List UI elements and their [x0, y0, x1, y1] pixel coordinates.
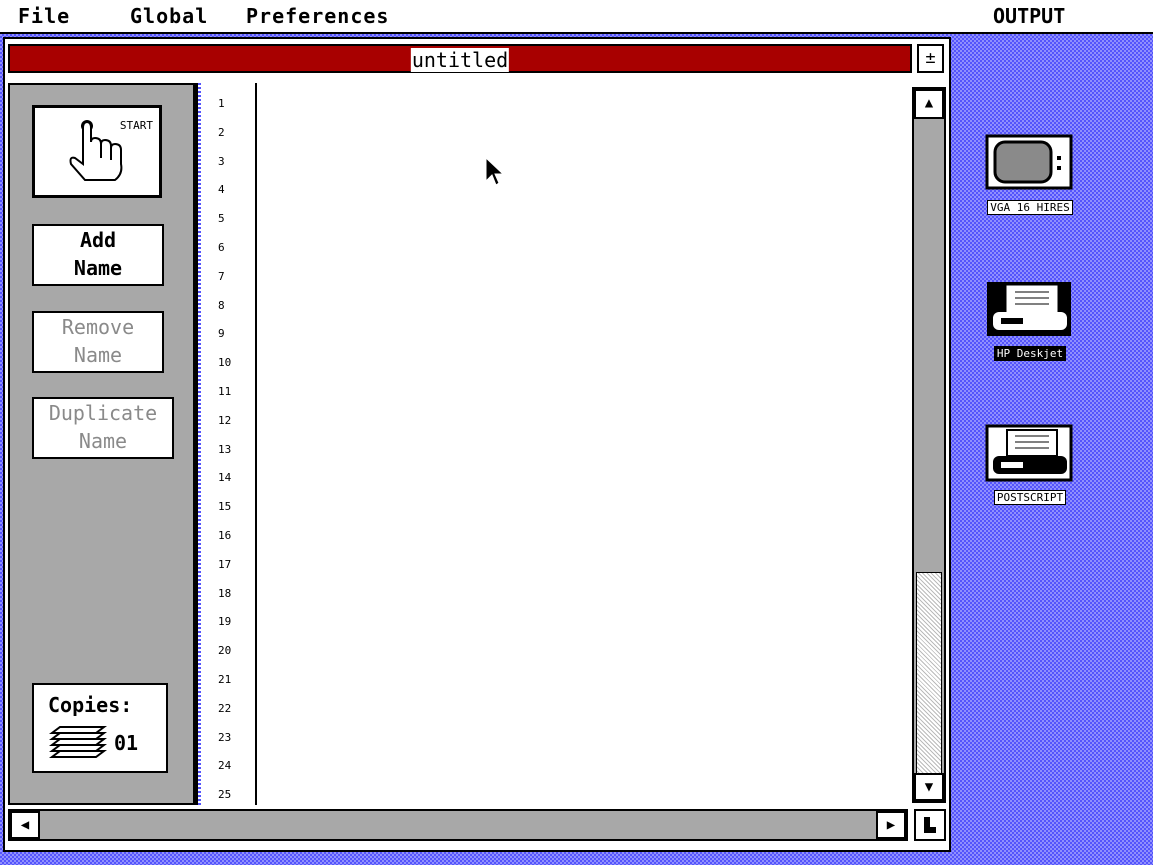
add-name-button[interactable]: Add Name: [32, 224, 164, 286]
window-title: untitled: [410, 48, 510, 72]
device-label-hp: HP Deskjet: [993, 346, 1067, 361]
printer-icon: [985, 424, 1073, 482]
line-number: 3: [218, 154, 225, 168]
title-bar[interactable]: untitled: [8, 44, 912, 73]
line-number: 21: [218, 673, 232, 686]
line-number: 22: [218, 701, 232, 715]
line-number: 19: [218, 615, 232, 629]
line-number: 15: [218, 500, 232, 514]
resize-icon: [924, 817, 936, 833]
device-vga[interactable]: VGA 16 HIRES: [965, 134, 1095, 215]
duplicate-name-line2: Name: [78, 429, 128, 453]
line-number: 9: [218, 327, 225, 341]
line-number: 2: [218, 125, 225, 139]
printer-icon: [987, 282, 1071, 336]
menu-file[interactable]: File: [18, 4, 70, 28]
vertical-scroll-thumb[interactable]: [916, 572, 942, 777]
line-number: 7: [218, 269, 225, 283]
scroll-up-button[interactable]: ▲: [914, 89, 944, 119]
scroll-down-button[interactable]: ▼: [914, 773, 944, 801]
line-number: 1: [218, 97, 225, 110]
device-label-postscript: POSTSCRIPT: [993, 490, 1067, 505]
line-number: 10: [218, 356, 232, 370]
document-window: untitled ± START Add Name Remove Name Du…: [3, 37, 951, 852]
device-postscript[interactable]: POSTSCRIPT: [965, 424, 1095, 505]
remove-name-line1: Remove: [61, 315, 135, 339]
line-number: 6: [218, 241, 225, 254]
line-number-gutter: 1 2 3 4 5 6 7 8 9 10 11 12 13 14 15 16 17 18 19 20 21 22 23 24 2…: [195, 83, 257, 805]
maximize-button[interactable]: ±: [917, 44, 944, 73]
menu-global[interactable]: Global: [130, 4, 208, 28]
line-number: 13: [218, 442, 232, 456]
scroll-left-button[interactable]: ◀: [10, 811, 40, 839]
add-name-line1: Add: [79, 228, 117, 252]
line-number: 12: [218, 413, 232, 427]
line-number: 17: [218, 557, 232, 571]
line-number: 24: [218, 759, 232, 773]
name-list-editor[interactable]: [257, 83, 911, 805]
line-number: 5: [218, 212, 225, 226]
copies-value: 01: [114, 731, 139, 755]
horizontal-scrollbar[interactable]: ◀ ▶: [8, 809, 908, 841]
device-label-vga: VGA 16 HIRES: [987, 200, 1073, 215]
line-number: 4: [218, 183, 225, 197]
line-number: 20: [218, 644, 232, 658]
device-hp-deskjet[interactable]: HP Deskjet: [965, 280, 1095, 361]
line-number: 14: [218, 471, 232, 485]
copies-label: Copies:: [48, 693, 133, 717]
paper-stack-icon: [49, 726, 107, 758]
monitor-icon: [985, 134, 1073, 190]
scroll-right-button[interactable]: ▶: [876, 811, 906, 839]
duplicate-name-line1: Duplicate: [48, 401, 158, 425]
vertical-scrollbar[interactable]: ▲ ▼: [912, 87, 946, 803]
line-number: 23: [218, 730, 232, 744]
left-panel: START Add Name Remove Name Duplicate Nam…: [8, 83, 195, 805]
line-number: 25: [218, 788, 232, 802]
remove-name-button[interactable]: Remove Name: [32, 311, 164, 373]
pointing-hand-icon: [69, 120, 123, 181]
start-button[interactable]: START: [32, 105, 162, 198]
duplicate-name-button[interactable]: Duplicate Name: [32, 397, 174, 459]
line-number: 16: [218, 529, 232, 542]
add-name-line2: Name: [73, 256, 123, 280]
line-number: 11: [218, 385, 232, 398]
line-number: 18: [218, 586, 232, 600]
remove-name-line2: Name: [73, 343, 123, 367]
menu-preferences[interactable]: Preferences: [246, 4, 389, 28]
copies-box[interactable]: Copies: 01: [32, 683, 168, 773]
output-label: OUTPUT: [993, 4, 1066, 28]
menu-bar: File Global Preferences OUTPUT: [0, 0, 1153, 34]
mouse-cursor-icon: [485, 157, 505, 186]
line-number: 8: [218, 298, 225, 312]
resize-handle[interactable]: [914, 809, 946, 841]
